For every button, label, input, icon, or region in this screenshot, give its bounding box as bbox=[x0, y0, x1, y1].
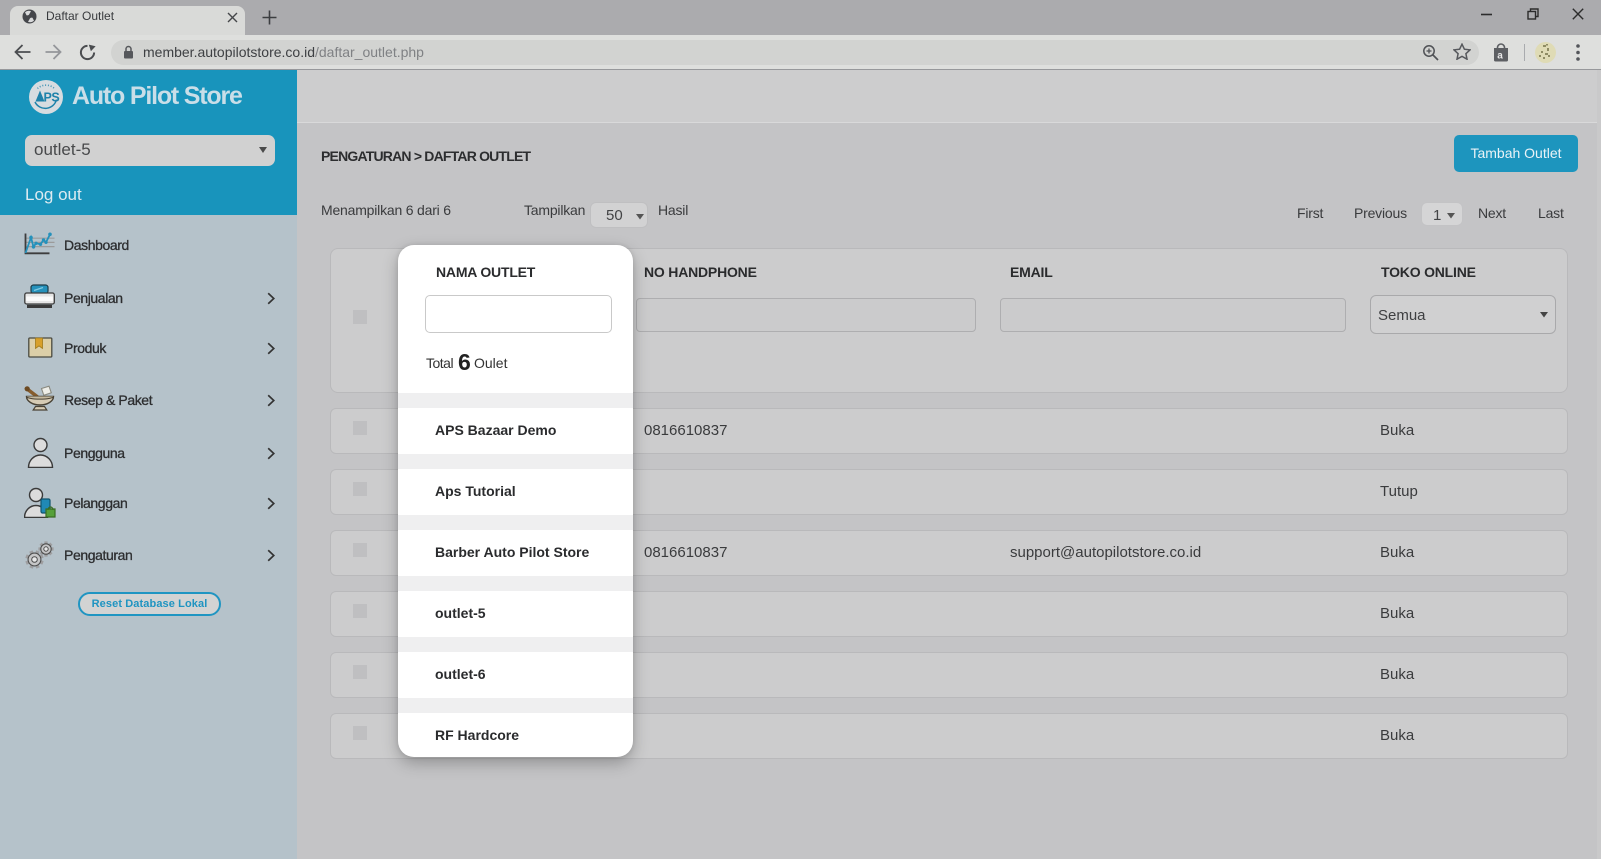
svg-text:PS: PS bbox=[44, 91, 60, 105]
svg-text:a: a bbox=[1497, 51, 1503, 62]
